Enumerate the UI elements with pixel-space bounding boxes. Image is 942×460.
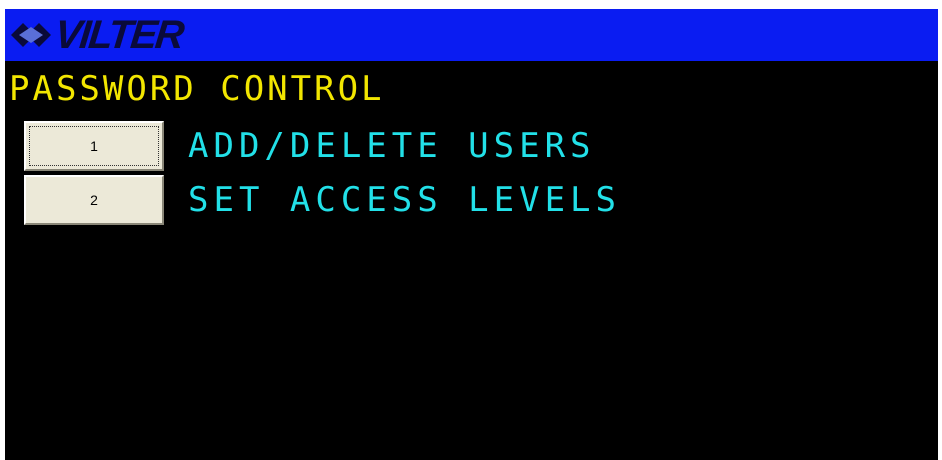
vilter-logo: VILTER xyxy=(9,13,185,57)
logo-text: VILTER xyxy=(52,13,185,57)
vilter-diamond-logo-icon xyxy=(11,23,51,47)
menu-button-2[interactable]: 2 xyxy=(24,175,164,225)
menu-item-set-access-levels: 2 SET ACCESS LEVELS xyxy=(24,175,621,225)
menu-label-add-delete-users: ADD/DELETE USERS xyxy=(188,126,596,166)
menu-item-add-delete-users: 1 ADD/DELETE USERS xyxy=(24,121,596,171)
menu-button-1[interactable]: 1 xyxy=(24,121,164,171)
menu-label-set-access-levels: SET ACCESS LEVELS xyxy=(188,180,621,220)
hmi-screen: VILTER PASSWORD CONTROL 1 ADD/DELETE USE… xyxy=(5,9,938,460)
page-title: PASSWORD CONTROL xyxy=(9,69,385,109)
title-bar: VILTER xyxy=(5,9,938,61)
